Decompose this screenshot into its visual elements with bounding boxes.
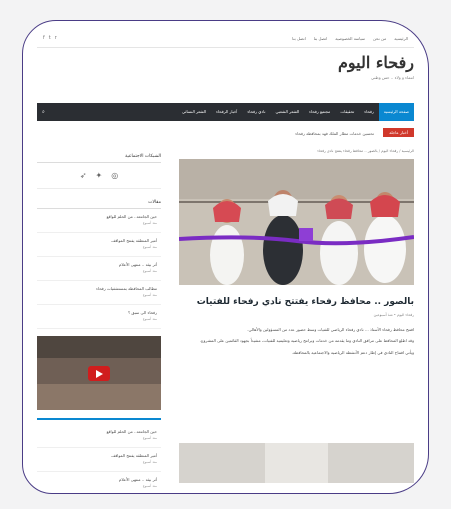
list-item[interactable]: أثر بيئة .. منتهى الأعلام منذ أسبوع: [37, 472, 161, 493]
list-item-date: منذ أسبوع: [142, 317, 157, 321]
list-item-title: أمير المنطقة يفتتح المواقف: [111, 453, 157, 458]
article-meta: رفحاء اليوم • منذ أسبوعين: [373, 313, 414, 317]
list-item-date: منذ أسبوع: [142, 484, 157, 488]
list-item-date: منذ أسبوع: [142, 245, 157, 249]
list-item-title: أثر بيئة .. منتهى الأعلام: [118, 262, 157, 267]
article-paragraph: افتتح محافظ رفحاء الأستاذ ... نادي رفحاء…: [247, 327, 414, 332]
list-item-date: منذ أسبوع: [142, 436, 157, 440]
rss-icon[interactable]: r: [55, 35, 57, 41]
top-link-about[interactable]: من نحن: [373, 36, 386, 41]
sidebar-divider: [37, 418, 161, 420]
top-social-icons: f t r: [43, 35, 57, 41]
main-navigation: صفحة الرئيسية رفحاء تحقيقات مجتمع رفحاء …: [37, 103, 414, 121]
list-item[interactable]: أمير المنطقة يفتتح المواقف منذ أسبوع: [37, 448, 161, 472]
list-item-title: حين الجامعة.. من الحلم للواقع: [106, 429, 157, 434]
list-item-title: أثر بيئة .. منتهى الأعلام: [118, 477, 157, 482]
search-icon[interactable]: ⌕: [37, 109, 50, 115]
site-brand[interactable]: رفحاء اليوم انتماء و ولاء .. حس وطني: [304, 53, 414, 95]
breaking-news: أخبار عاجلة تحسين خدمات مطار الملك فهد ب…: [37, 127, 414, 139]
twitter-icon[interactable]: ✦: [96, 171, 103, 180]
nav-item-community[interactable]: مجتمع رفحاء: [304, 103, 335, 121]
sidebar: الشبكات الاجتماعية ◎ ✦ ➶ مقالات حين الجا…: [37, 151, 161, 488]
article-hero-image: [179, 159, 414, 285]
breadcrumb[interactable]: الرئيسية / رفحاء اليوم / بالصور .. محافظ…: [176, 149, 414, 153]
facebook-icon[interactable]: f: [43, 35, 45, 41]
twitter-icon[interactable]: t: [49, 35, 51, 41]
article-second-image: [179, 443, 414, 483]
nav-item-women[interactable]: الشعر النسائي: [177, 103, 211, 121]
nav-item-reports[interactable]: تحقيقات: [335, 103, 359, 121]
site-tagline: انتماء و ولاء .. حس وطني: [371, 75, 414, 80]
top-link-privacy[interactable]: سياسة الخصوصية: [335, 36, 365, 41]
page-inner: f t r الرئيسية من نحن سياسة الخصوصية اتص…: [37, 31, 414, 488]
article-title[interactable]: بالصور .. محافظ رفحاء يفتتح نادي رفحاء ل…: [179, 297, 414, 307]
article-body: افتتح محافظ رفحاء الأستاذ ... نادي رفحاء…: [179, 327, 414, 361]
top-link-home[interactable]: الرئيسية: [394, 36, 408, 41]
list-item[interactable]: أمير المنطقة يفتتح المواقف منذ أسبوع: [37, 233, 161, 257]
article-paragraph: ويأتي افتتاح النادي في إطار دعم الأنشطة …: [291, 349, 414, 355]
list-item-date: منذ أسبوع: [142, 221, 157, 225]
list-item-title: أمير المنطقة يفتتح المواقف: [111, 238, 157, 243]
top-links: الرئيسية من نحن سياسة الخصوصية اتصل بنا …: [292, 36, 408, 41]
top-bar: f t r الرئيسية من نحن سياسة الخصوصية اتص…: [37, 31, 414, 48]
article-paragraph: وقد اطلع المحافظ على مرافق النادي وما يق…: [199, 338, 414, 344]
sidebar-social-icons: ◎ ✦ ➶: [37, 163, 161, 189]
site-name: رفحاء اليوم: [338, 53, 414, 72]
breaking-label: أخبار عاجلة: [383, 128, 414, 137]
list-item-date: منذ أسبوع: [142, 460, 157, 464]
list-item[interactable]: رفحاء الى سبق ؟ منذ أسبوع: [37, 305, 161, 329]
list-item[interactable]: مطالب المحافظة بمستشفيات رفحاء منذ أسبوع: [37, 281, 161, 305]
list-item[interactable]: حين الجامعة.. من الحلم للواقع منذ أسبوع: [37, 209, 161, 233]
list-item-title: مطالب المحافظة بمستشفيات رفحاء: [96, 286, 157, 291]
list-item-title: حين الجامعة.. من الحلم للواقع: [106, 214, 157, 219]
nav-item-club[interactable]: نادي رفحاء: [242, 103, 270, 121]
play-button[interactable]: [88, 366, 110, 381]
list-item[interactable]: أثر بيئة .. منتهى الأعلام منذ أسبوع: [37, 257, 161, 281]
instagram-icon[interactable]: ◎: [111, 171, 118, 180]
nav-item-home[interactable]: صفحة الرئيسية: [378, 103, 414, 121]
list-item-date: منذ أسبوع: [142, 269, 157, 273]
rss-icon[interactable]: ➶: [80, 171, 87, 180]
top-link-contact[interactable]: اتصل بنا: [314, 36, 328, 41]
video-widget[interactable]: [37, 336, 161, 410]
top-link-contact-2[interactable]: اتصل بنا: [292, 36, 306, 41]
list-item[interactable]: حين الجامعة.. من الحلم للواقع منذ أسبوع: [37, 424, 161, 448]
list-item-title: رفحاء الى سبق ؟: [127, 310, 157, 315]
breaking-text[interactable]: تحسين خدمات مطار الملك فهد بمحافظة رفحاء: [295, 131, 374, 136]
nav-item-poetry[interactable]: الشعر الشعبي: [270, 103, 304, 121]
browser-frame: f t r الرئيسية من نحن سياسة الخصوصية اتص…: [22, 20, 429, 494]
nav-item-news[interactable]: أخبار الرفحاء: [211, 103, 242, 121]
list-item-date: منذ أسبوع: [142, 293, 157, 297]
latest-widget-title: مقالات: [37, 197, 161, 209]
latest-widget: مقالات حين الجامعة.. من الحلم للواقع منذ…: [37, 197, 161, 329]
social-widget-title: الشبكات الاجتماعية: [37, 151, 161, 163]
nav-item-rafha[interactable]: رفحاء: [359, 103, 379, 121]
